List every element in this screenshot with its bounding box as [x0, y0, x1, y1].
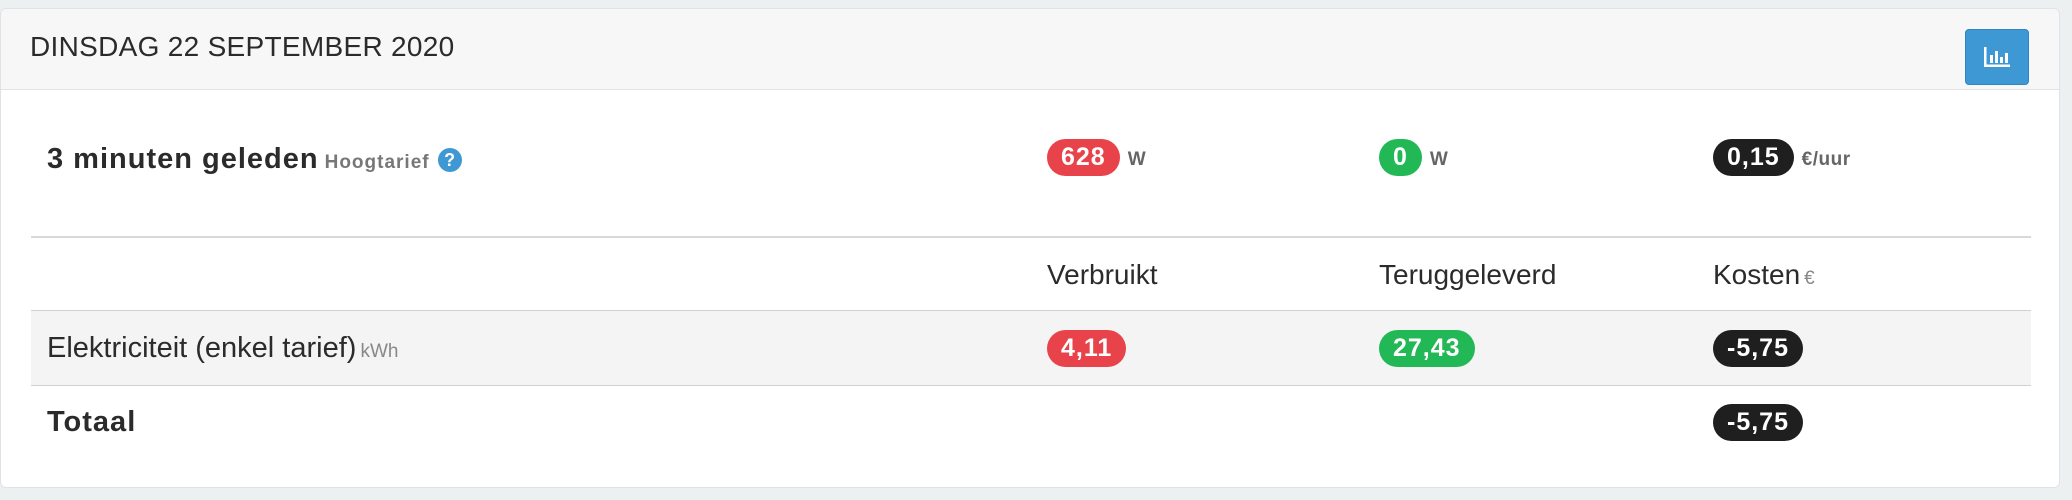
live-consumed-badge: 628: [1047, 139, 1120, 176]
column-header-cost: Kosten €: [1713, 259, 1815, 291]
live-returned-badge: 0: [1379, 139, 1422, 176]
row-returned: 27,43: [1379, 330, 1475, 367]
card-header: DINSDAG 22 SEPTEMBER 2020: [1, 9, 2059, 90]
tariff-label: Hoogtarief: [324, 152, 430, 173]
row-consumed-badge: 4,11: [1047, 330, 1127, 367]
live-cost: 0,15 €/uur: [1713, 139, 1851, 176]
chart-button[interactable]: [1965, 29, 2029, 85]
row-label-text: Elektriciteit (enkel tarief): [47, 332, 357, 364]
energy-day-card: DINSDAG 22 SEPTEMBER 2020 3 minuten gele…: [0, 8, 2060, 488]
help-icon[interactable]: ?: [437, 148, 462, 172]
row-cost-badge: -5,75: [1713, 330, 1803, 367]
bar-chart-icon: [1984, 47, 2010, 67]
column-header-cost-label: Kosten: [1713, 259, 1801, 290]
live-cost-unit: €/uur: [1801, 149, 1851, 170]
total-cost: -5,75: [1713, 404, 1803, 441]
live-cost-badge: 0,15: [1713, 139, 1794, 176]
live-time-label: 3 minuten geleden: [47, 143, 319, 175]
live-returned: 0W: [1379, 139, 1448, 176]
live-row-label: 3 minuten geleden Hoogtarief?: [47, 143, 462, 176]
column-header-cost-unit: €: [1804, 268, 1815, 289]
total-label: Totaal: [47, 406, 137, 438]
row-returned-badge: 27,43: [1379, 330, 1475, 367]
column-header-returned: Teruggeleverd: [1379, 259, 1557, 290]
row-consumed: 4,11: [1047, 330, 1127, 367]
total-cost-badge: -5,75: [1713, 404, 1803, 441]
live-consumed: 628 W: [1047, 139, 1146, 176]
page-title: DINSDAG 22 SEPTEMBER 2020: [30, 31, 455, 62]
row-label-electricity: Elektriciteit (enkel tarief) kWh: [47, 332, 398, 365]
row-unit: kWh: [360, 341, 399, 362]
column-header-consumed: Verbruikt: [1047, 259, 1158, 290]
live-consumed-unit: W: [1127, 149, 1147, 170]
row-cost: -5,75: [1713, 330, 1803, 367]
live-returned-unit: W: [1429, 149, 1449, 170]
section-divider: [31, 236, 2031, 238]
table-row-divider: [31, 385, 2031, 386]
